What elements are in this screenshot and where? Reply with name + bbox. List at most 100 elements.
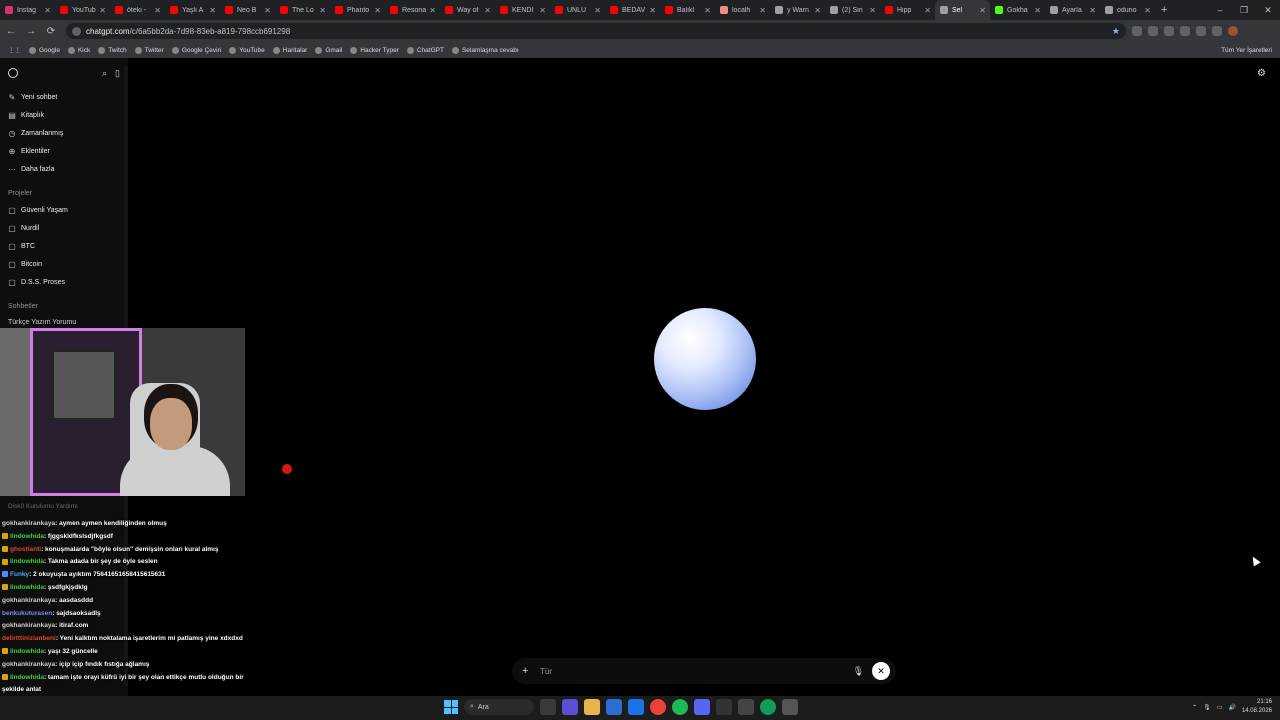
settings-icon[interactable] bbox=[782, 699, 798, 715]
tab-close-icon[interactable]: ✕ bbox=[1144, 6, 1151, 15]
tab-close-icon[interactable]: ✕ bbox=[374, 6, 381, 15]
browser-tab[interactable]: YouTub ✕ bbox=[55, 0, 110, 20]
file-explorer-icon[interactable] bbox=[584, 699, 600, 715]
browser-tab[interactable]: Phanto ✕ bbox=[330, 0, 385, 20]
browser-tab[interactable]: Ayarla ✕ bbox=[1045, 0, 1100, 20]
browser-tab[interactable]: y Warn ✕ bbox=[770, 0, 825, 20]
reload-icon[interactable]: ⟳ bbox=[42, 26, 60, 37]
tab-close-icon[interactable]: ✕ bbox=[539, 6, 546, 15]
extension-icon[interactable] bbox=[1164, 26, 1174, 36]
bookmark-item[interactable]: ChatGPT bbox=[406, 46, 444, 54]
bookmark-item[interactable]: Gmail bbox=[315, 46, 342, 54]
tab-close-icon[interactable]: ✕ bbox=[154, 6, 161, 15]
spotify-icon[interactable] bbox=[672, 699, 688, 715]
chat-history-item[interactable]: Disk0 Kurulumu Yardımı bbox=[8, 503, 78, 510]
browser-tab[interactable]: oduno ✕ bbox=[1100, 0, 1155, 20]
tab-close-icon[interactable]: ✕ bbox=[44, 6, 51, 15]
obs-icon[interactable] bbox=[716, 699, 732, 715]
sidebar-nav-item[interactable]: ✎ Yeni sohbet bbox=[0, 88, 128, 106]
extension-icon[interactable] bbox=[1180, 26, 1190, 36]
network-icon[interactable]: ▭ bbox=[1217, 704, 1223, 711]
browser-tab[interactable]: öteki - ✕ bbox=[110, 0, 165, 20]
bookmark-item[interactable]: Twitter bbox=[134, 46, 164, 54]
openai-logo-icon[interactable] bbox=[8, 68, 18, 78]
tray-chevron-icon[interactable]: ⌃ bbox=[1192, 704, 1197, 711]
tab-close-icon[interactable]: ✕ bbox=[1089, 6, 1096, 15]
browser-tab[interactable]: Hipp ✕ bbox=[880, 0, 935, 20]
tab-close-icon[interactable]: ✕ bbox=[924, 6, 931, 15]
browser-tab[interactable]: Resona ✕ bbox=[385, 0, 440, 20]
task-view-icon[interactable] bbox=[540, 699, 556, 715]
back-icon[interactable]: ← bbox=[2, 26, 20, 37]
message-input[interactable] bbox=[540, 666, 853, 676]
taskbar-search[interactable]: ⌕ Ara bbox=[464, 699, 534, 715]
bookmark-item[interactable]: YouTube bbox=[229, 46, 265, 54]
extensions-puzzle-icon[interactable] bbox=[1196, 26, 1206, 36]
tab-close-icon[interactable]: ✕ bbox=[99, 6, 106, 15]
browser-tab[interactable]: ÜNLÜ ✕ bbox=[550, 0, 605, 20]
minimize-button[interactable]: – bbox=[1208, 5, 1232, 15]
tab-close-icon[interactable]: ✕ bbox=[979, 6, 986, 15]
bookmark-item[interactable]: Google bbox=[29, 46, 60, 54]
tab-close-icon[interactable]: ✕ bbox=[319, 6, 326, 15]
tab-close-icon[interactable]: ✕ bbox=[484, 6, 491, 15]
mail-icon[interactable] bbox=[628, 699, 644, 715]
bookmark-item[interactable]: Kick bbox=[67, 46, 90, 54]
bookmark-star-icon[interactable]: ★ bbox=[1112, 26, 1120, 37]
edge-icon[interactable] bbox=[760, 699, 776, 715]
forward-icon[interactable]: → bbox=[22, 26, 40, 37]
browser-tab[interactable]: Gokha ✕ bbox=[990, 0, 1045, 20]
browser-tab[interactable]: Yaşlı A ✕ bbox=[165, 0, 220, 20]
tab-close-icon[interactable]: ✕ bbox=[594, 6, 601, 15]
tab-close-icon[interactable]: ✕ bbox=[704, 6, 711, 15]
browser-tab[interactable]: Instag ✕ bbox=[0, 0, 55, 20]
sidebar-nav-item[interactable]: ⊕ Eklentiler bbox=[0, 142, 128, 160]
store-icon[interactable] bbox=[606, 699, 622, 715]
tab-close-icon[interactable]: ✕ bbox=[1034, 6, 1041, 15]
search-icon[interactable]: ⌕ bbox=[102, 68, 107, 79]
volume-icon[interactable]: 🔊 bbox=[1228, 704, 1235, 711]
microphone-icon[interactable]: 🎙 bbox=[1203, 704, 1211, 711]
project-item[interactable]: ▢ BTC bbox=[0, 237, 128, 255]
end-voice-button[interactable]: ✕ bbox=[872, 662, 890, 680]
tab-close-icon[interactable]: ✕ bbox=[869, 6, 876, 15]
browser-tab[interactable]: Neo B ✕ bbox=[220, 0, 275, 20]
tab-close-icon[interactable]: ✕ bbox=[209, 6, 216, 15]
extension-icon[interactable] bbox=[1148, 26, 1158, 36]
extension-icon[interactable] bbox=[1132, 26, 1142, 36]
discord-icon[interactable] bbox=[694, 699, 710, 715]
browser-tab[interactable]: localh ✕ bbox=[715, 0, 770, 20]
bookmark-item[interactable]: Hacker Typer bbox=[350, 46, 399, 54]
profile-avatar[interactable] bbox=[1228, 26, 1238, 36]
add-attachment-button[interactable]: + bbox=[522, 665, 536, 677]
all-bookmarks-button[interactable]: Tüm Yer İşaretleri bbox=[1221, 47, 1272, 54]
sidebar-collapse-icon[interactable]: ▯ bbox=[115, 68, 120, 79]
bookmark-item[interactable]: Selamlaşma cevabı bbox=[451, 46, 519, 54]
project-item[interactable]: ▢ D.S.S. Proses bbox=[0, 273, 128, 291]
tab-close-icon[interactable]: ✕ bbox=[649, 6, 656, 15]
browser-tab[interactable]: The Lo ✕ bbox=[275, 0, 330, 20]
browser-tab[interactable]: (2) Sin ✕ bbox=[825, 0, 880, 20]
browser-tab[interactable]: Balıkl ✕ bbox=[660, 0, 715, 20]
address-bar[interactable]: chatgpt.com /c/6a5bb2da-7d98-83eb-a819-7… bbox=[66, 23, 1126, 39]
sidebar-nav-item[interactable]: ··· Daha fazla bbox=[0, 160, 128, 178]
clock[interactable]: 21:16 14.08.2026 bbox=[1242, 698, 1272, 716]
tab-close-icon[interactable]: ✕ bbox=[759, 6, 766, 15]
site-info-icon[interactable] bbox=[72, 26, 81, 36]
tab-close-icon[interactable]: ✕ bbox=[264, 6, 271, 15]
sidebar-nav-item[interactable]: ▤ Kitaplık bbox=[0, 106, 128, 124]
project-item[interactable]: ▢ Nurdil bbox=[0, 219, 128, 237]
mute-microphone-icon[interactable]: 🎙 bbox=[853, 666, 864, 677]
project-item[interactable]: ▢ Bitcoin bbox=[0, 255, 128, 273]
bookmark-item[interactable]: Twitch bbox=[98, 46, 127, 54]
voice-settings-icon[interactable]: ⚙ bbox=[1257, 68, 1266, 79]
sidebar-nav-item[interactable]: ◷ Zamanlanmış bbox=[0, 124, 128, 142]
terminal-icon[interactable] bbox=[738, 699, 754, 715]
chrome-icon[interactable] bbox=[650, 699, 666, 715]
tab-close-icon[interactable]: ✕ bbox=[429, 6, 436, 15]
sidebar-toggle-icon[interactable] bbox=[1212, 26, 1222, 36]
browser-tab[interactable]: KENDİ ✕ bbox=[495, 0, 550, 20]
new-tab-button[interactable]: + bbox=[1155, 4, 1173, 16]
windows-start-icon[interactable] bbox=[444, 700, 458, 714]
bookmark-item[interactable]: Google Çeviri bbox=[171, 46, 221, 54]
